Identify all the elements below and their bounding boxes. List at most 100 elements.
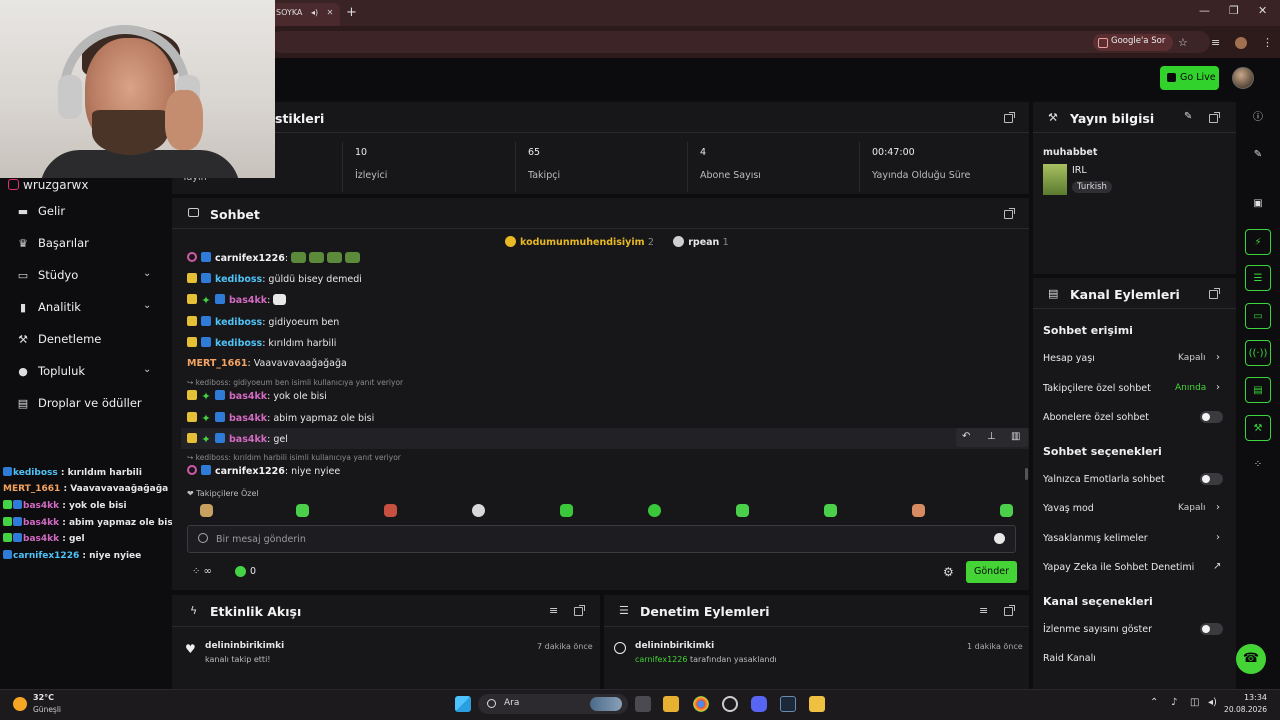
windows-start-icon[interactable] (455, 696, 471, 712)
banned-words-row[interactable]: Yasaklanmış kelimeler (1043, 533, 1148, 544)
chat-message[interactable]: kediboss: güldü bisey demedi (187, 273, 362, 285)
omnibox[interactable] (270, 31, 1210, 53)
sidebar-item-gelir[interactable]: ▬ Gelir (16, 204, 65, 218)
sidebar-item-droplar[interactable]: ▤ Droplar ve ödüller (16, 396, 142, 410)
chat-message[interactable]: carnifex1226: (187, 252, 361, 264)
pin-icon[interactable]: ⊥ (987, 431, 996, 442)
chat-scrollbar[interactable] (1025, 468, 1028, 480)
obs-icon[interactable] (722, 696, 738, 712)
popout-icon[interactable] (1004, 605, 1015, 616)
chat-message[interactable]: MERT_1661: Vaavavavaağağağa (187, 358, 347, 369)
maximize-icon[interactable]: ❐ (1229, 4, 1239, 17)
ai-moderation-row[interactable]: Yapay Zeka ile Sohbet Denetimi (1043, 562, 1194, 573)
emote-icon[interactable] (472, 504, 485, 517)
sun-icon[interactable] (13, 697, 27, 711)
chevron-right-icon[interactable]: › (1216, 352, 1220, 363)
sidebar-item-analitik[interactable]: ▮ Analitik ⌄ (16, 300, 151, 314)
emote-icon[interactable] (1000, 504, 1013, 517)
network-icon[interactable]: ◫ (1190, 697, 1199, 708)
volume-icon[interactable]: ◂) (1208, 697, 1217, 708)
account-age-row[interactable]: Hesap yaşı (1043, 353, 1095, 364)
bookmark-star-icon[interactable]: ☆ (1178, 36, 1188, 49)
wrench-icon[interactable]: ⚒ (1245, 415, 1271, 441)
delete-icon[interactable]: ▥ (1011, 431, 1020, 442)
chrome-icon[interactable] (693, 696, 709, 712)
sidebar-item-denetleme[interactable]: ⚒ Denetleme (16, 332, 101, 346)
lightning-icon[interactable]: ⚡ (1245, 229, 1271, 255)
emote-icon[interactable] (384, 504, 397, 517)
popout-icon[interactable] (1209, 288, 1220, 299)
chat-settings-icon[interactable]: ⚙ (943, 565, 954, 579)
avatar[interactable] (1232, 67, 1254, 89)
chevron-right-icon[interactable]: › (1216, 532, 1220, 543)
subs-chat-toggle[interactable] (1200, 411, 1223, 423)
info-icon[interactable]: ⓘ (1245, 105, 1271, 131)
filter-icon[interactable]: ≡ (549, 604, 558, 617)
emote-icon[interactable] (648, 504, 661, 517)
chat-message-input[interactable] (216, 531, 976, 547)
popout-icon[interactable] (1004, 112, 1015, 123)
chevron-right-icon[interactable]: › (1216, 382, 1220, 393)
popout-icon[interactable] (1004, 208, 1015, 219)
task-view-icon[interactable] (635, 696, 651, 712)
emote-icon[interactable] (200, 504, 213, 517)
chat-message[interactable]: kediboss: kırıldım harbili (187, 337, 336, 349)
chat-message[interactable]: ✦ bas4kk: abim yapmaz ole bisi (187, 412, 374, 424)
emote-icon[interactable] (912, 504, 925, 517)
emote-icon[interactable] (560, 504, 573, 517)
chat-panel-icon[interactable]: ▭ (1245, 303, 1271, 329)
close-tab-icon[interactable]: ✕ (327, 8, 334, 17)
chat-message[interactable]: ✦ bas4kk: yok ole bisi (187, 390, 327, 402)
emote-icon[interactable] (736, 504, 749, 517)
emoji-icon[interactable] (994, 533, 1005, 544)
steam-icon[interactable] (780, 696, 796, 712)
edit-icon[interactable]: ✎ (1184, 111, 1192, 122)
chat-message[interactable]: carnifex1226: niye nyiee (187, 465, 340, 477)
support-button[interactable]: ☎ (1236, 644, 1266, 674)
sidebar-item-topluluk[interactable]: ● Topluluk ⌄ (16, 364, 151, 378)
chat-message[interactable]: ✦ bas4kk: (187, 294, 287, 306)
browser-tab[interactable]: SOYKA ◂) ✕ (270, 3, 340, 26)
google-ask-button[interactable]: Google'a Sor (1093, 34, 1174, 51)
chat-identity-icon[interactable] (198, 533, 208, 543)
app-icon[interactable] (809, 696, 825, 712)
minimize-icon[interactable]: — (1199, 4, 1210, 17)
emote-icon[interactable] (824, 504, 837, 517)
followers-chat-row[interactable]: Takipçilere özel sohbet (1043, 383, 1151, 394)
popout-icon[interactable] (574, 605, 585, 616)
close-window-icon[interactable]: ✕ (1258, 4, 1267, 17)
edit-icon[interactable]: ✎ (1245, 142, 1271, 168)
sidebar-item-studyo[interactable]: ▭ Stüdyo ⌄ (16, 268, 152, 282)
chat-message[interactable]: ✦ bas4kk: gel (187, 433, 288, 445)
profile-icon[interactable] (1235, 37, 1247, 49)
apps-icon[interactable]: ⁘ (1245, 452, 1271, 478)
filter-icon[interactable]: ≡ (979, 604, 988, 617)
chat-message[interactable]: kediboss: gidiyoeum ben (187, 316, 339, 328)
weather-temp[interactable]: 32°C (33, 693, 54, 702)
feed-user[interactable]: delininbirikimki (205, 641, 284, 651)
list-icon[interactable]: ☰ (1245, 265, 1271, 291)
external-link-icon[interactable]: ↗ (1213, 561, 1221, 572)
raid-channel-row[interactable]: Raid Kanalı (1043, 653, 1096, 664)
show-viewers-toggle[interactable] (1200, 623, 1223, 635)
timeout-icon[interactable]: ↶ (962, 431, 970, 442)
file-explorer-icon[interactable] (663, 696, 679, 712)
clock-date[interactable]: 20.08.2026 (1221, 705, 1267, 714)
send-button[interactable]: Gönder (966, 561, 1017, 583)
new-tab-icon[interactable]: + (346, 5, 357, 20)
chevron-right-icon[interactable]: › (1216, 502, 1220, 513)
discord-icon[interactable] (751, 696, 767, 712)
mod-item-user[interactable]: delininbirikimki (635, 641, 714, 651)
emote-only-toggle[interactable] (1200, 473, 1223, 485)
layout-icon[interactable]: ▤ (1245, 377, 1271, 403)
go-live-button[interactable]: Go Live (1160, 66, 1219, 90)
microphone-icon[interactable]: ♪ (1171, 697, 1177, 708)
reading-list-icon[interactable]: ≡ (1211, 36, 1220, 49)
browser-menu-icon[interactable]: ⋮ (1262, 36, 1273, 49)
stream-icon[interactable]: ▣ (1245, 191, 1271, 217)
clock-time[interactable]: 13:34 (1237, 693, 1267, 702)
sidebar-item-basarilar[interactable]: ♛ Başarılar (16, 236, 89, 250)
broadcast-icon[interactable]: ((·)) (1245, 340, 1271, 366)
popout-icon[interactable] (1209, 112, 1220, 123)
slow-mode-row[interactable]: Yavaş mod (1043, 503, 1094, 514)
